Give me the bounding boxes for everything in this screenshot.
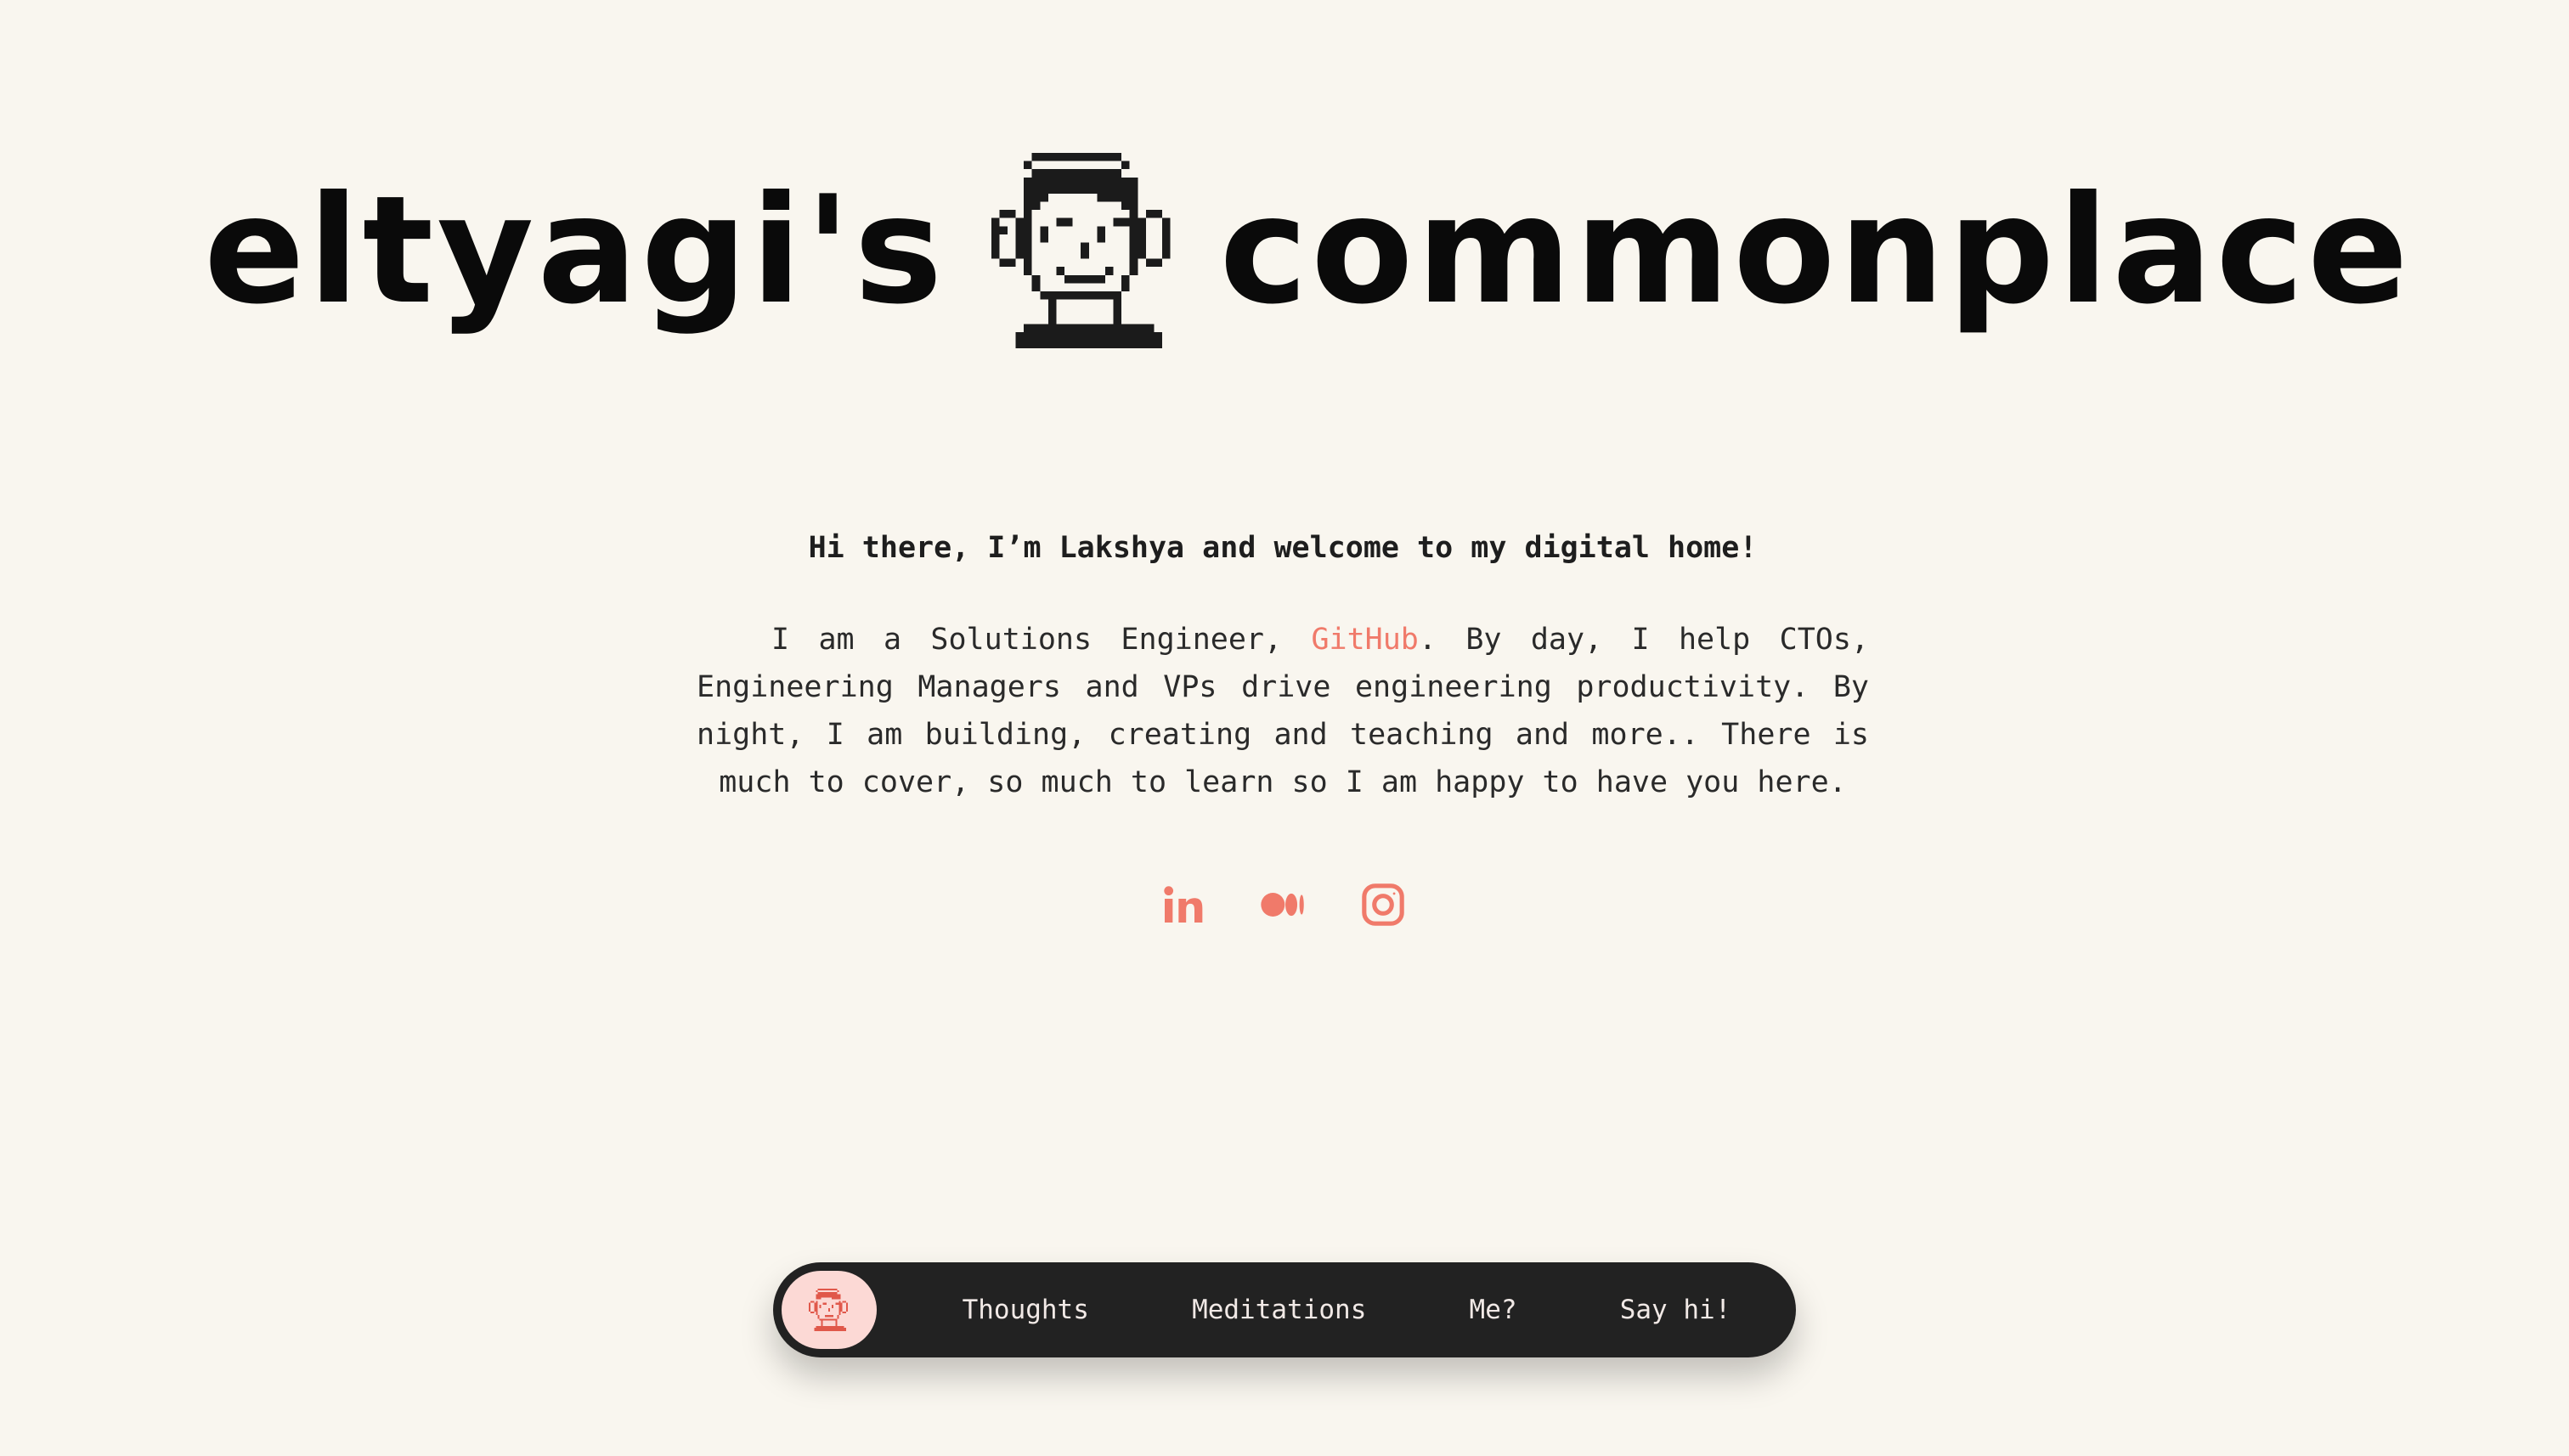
avatar-home-icon — [809, 1289, 848, 1331]
bio-text-start: I am a Solutions Engineer, — [771, 623, 1312, 657]
medium-icon[interactable] — [1256, 878, 1310, 932]
social-links — [1155, 875, 1410, 934]
nav-item-me[interactable]: Me? — [1470, 1295, 1517, 1325]
nav-item-thoughts[interactable]: Thoughts — [963, 1295, 1089, 1325]
pixel-avatar-icon — [987, 153, 1183, 348]
nav-item-say-hi[interactable]: Say hi! — [1620, 1295, 1731, 1325]
bio-paragraph: I am a Solutions Engineer, GitHub. By da… — [697, 616, 1869, 806]
site-title-left: eltyagi's — [204, 164, 946, 337]
nav-items: Thoughts Meditations Me? Say hi! — [877, 1295, 1796, 1325]
bottom-navbar: Thoughts Meditations Me? Say hi! — [773, 1262, 1796, 1357]
linkedin-icon[interactable] — [1155, 878, 1210, 932]
nav-home-button[interactable] — [782, 1271, 877, 1349]
site-title-right: commonplace — [1219, 164, 2412, 337]
site-title: eltyagi's commonplace — [204, 140, 2408, 361]
intro-section: Hi there, I’m Lakshya and welcome to my … — [697, 522, 1869, 806]
nav-item-meditations[interactable]: Meditations — [1192, 1295, 1366, 1325]
github-link[interactable]: GitHub — [1311, 623, 1418, 657]
greeting-heading: Hi there, I’m Lakshya and welcome to my … — [808, 531, 1758, 565]
instagram-icon[interactable] — [1356, 878, 1410, 932]
